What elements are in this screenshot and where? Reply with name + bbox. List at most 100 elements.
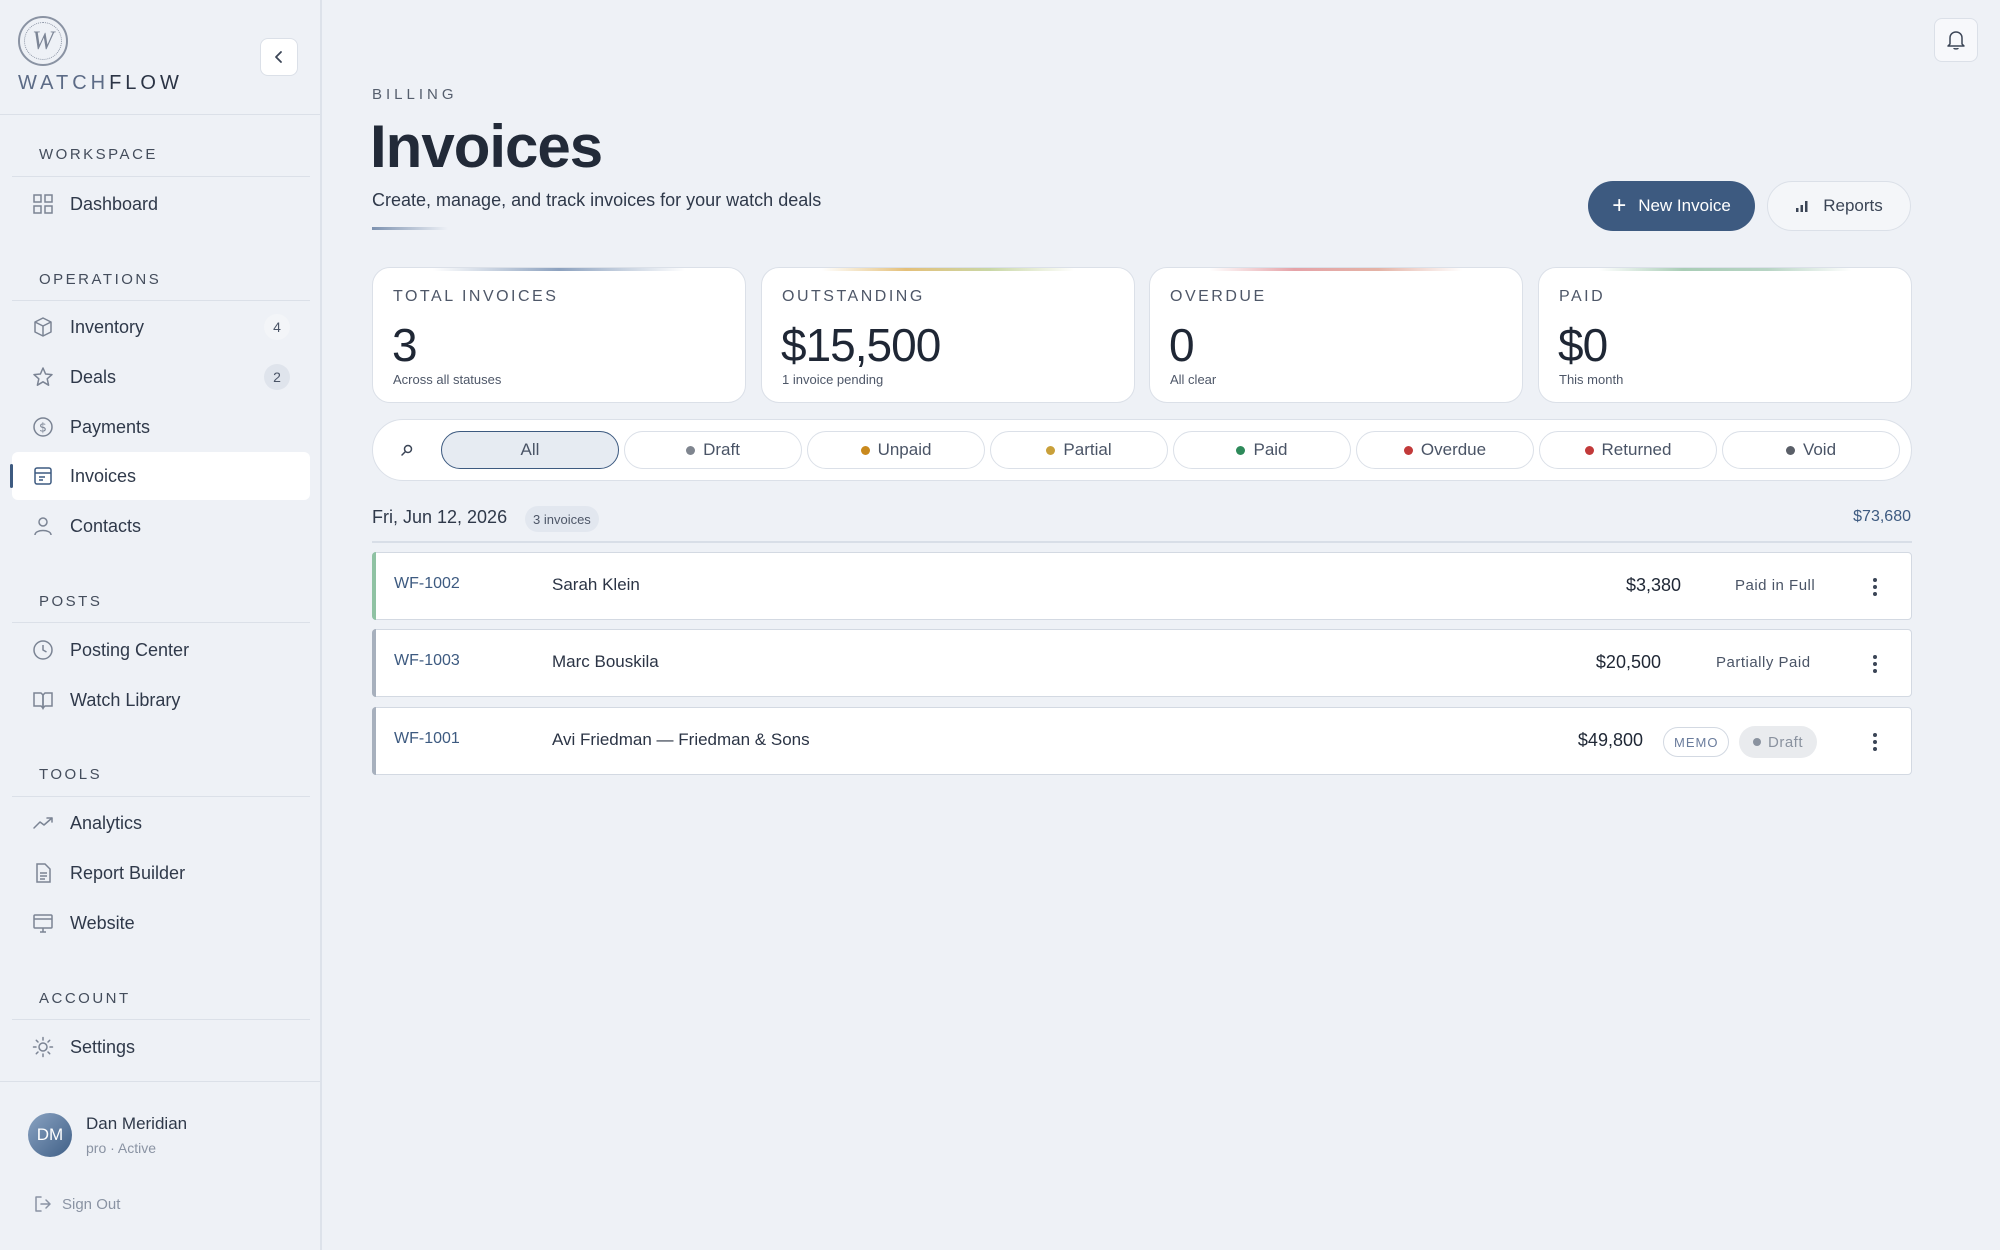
status-dot [1403, 445, 1413, 455]
stat-card-paid: PAID $0 This month [1538, 267, 1912, 403]
invoice-row[interactable]: WF-1002 Sarah Klein $3,380 Paid in Full [372, 552, 1912, 620]
status-dot [1584, 445, 1594, 455]
invoice-icon [32, 465, 54, 487]
invoice-row[interactable]: WF-1001 Avi Friedman — Friedman & Sons $… [372, 707, 1912, 775]
box-icon [32, 316, 54, 338]
user-profile[interactable]: DM Dan Meridian pro · Active [28, 1113, 187, 1157]
gear-icon [32, 1036, 54, 1058]
sidebar-item-invoices[interactable]: Invoices [10, 452, 310, 500]
plus-icon: + [1612, 192, 1627, 219]
card-accent [822, 268, 1074, 271]
filter-chip-overdue[interactable]: Overdue [1356, 431, 1534, 469]
status-edge [372, 552, 376, 620]
sidebar-item-label: Report Builder [70, 862, 186, 883]
memo-tag: MEMO [1663, 727, 1730, 757]
stat-card-overdue: OVERDUE 0 All clear [1149, 267, 1523, 403]
chip-label: Partial [1063, 440, 1112, 459]
chip-label: Paid [1253, 440, 1288, 459]
stat-label: OVERDUE [1170, 288, 1267, 305]
sidebar-item-label: Posting Center [70, 639, 190, 660]
sidebar-item-label: Watch Library [70, 689, 181, 710]
brand-logo: W [18, 16, 68, 66]
logout-icon [34, 1195, 52, 1213]
new-invoice-button[interactable]: + New Invoice [1588, 181, 1755, 231]
more-options-icon[interactable] [1863, 728, 1887, 756]
notifications-button[interactable] [1934, 18, 1978, 62]
stat-sub: Across all statuses [393, 372, 502, 387]
invoice-id-link[interactable]: WF-1001 [394, 730, 460, 748]
sidebar-item-label: Inventory [70, 316, 145, 337]
filter-chip-partial[interactable]: Partial [990, 431, 1168, 469]
filter-chip-draft[interactable]: Draft [624, 431, 802, 469]
divider [0, 114, 320, 115]
sidebar-item-label: Website [70, 912, 135, 933]
more-options-icon[interactable] [1863, 650, 1887, 678]
chip-label: Returned [1601, 440, 1672, 459]
invoice-client: Marc Bouskila [552, 652, 659, 671]
section-label-tools: TOOLS [39, 766, 103, 783]
invoice-id-link[interactable]: WF-1003 [394, 652, 460, 670]
divider [0, 1081, 320, 1082]
invoice-row[interactable]: WF-1003 Marc Bouskila $20,500 Partially … [372, 629, 1912, 697]
status-dot [860, 445, 870, 455]
svg-text:$: $ [39, 421, 47, 435]
stat-sub: All clear [1170, 372, 1217, 387]
sidebar-item-posting-center[interactable]: Posting Center [12, 626, 310, 674]
sidebar: W WATCHFLOW WORKSPACE Dashboard OPERATIO… [0, 0, 322, 1250]
chip-label: Void [1802, 440, 1837, 459]
sidebar-item-analytics[interactable]: Analytics [12, 799, 310, 847]
stat-card-total-invoices: TOTAL INVOICES 3 Across all statuses [372, 267, 746, 403]
star-icon [32, 366, 54, 388]
filter-chip-paid[interactable]: Paid [1173, 431, 1351, 469]
user-status: pro · Active [86, 1140, 157, 1156]
bell-icon [1947, 31, 1965, 50]
reports-button[interactable]: Reports [1767, 181, 1911, 231]
new-invoice-label: New Invoice [1638, 196, 1731, 215]
divider [12, 176, 310, 177]
sidebar-item-website[interactable]: Website [12, 899, 310, 947]
chip-label: Draft [703, 440, 740, 459]
sidebar-item-label: Dashboard [70, 193, 159, 214]
card-accent [1210, 268, 1462, 271]
grid-icon [32, 193, 54, 215]
brand-name: WATCHFLOW [18, 72, 183, 94]
document-icon [32, 862, 54, 884]
section-label-account: ACCOUNT [39, 990, 131, 1007]
sidebar-item-inventory[interactable]: Inventory 4 [12, 303, 310, 351]
sidebar-item-contacts[interactable]: Contacts [12, 502, 310, 550]
invoice-status: Paid in Full [1735, 577, 1816, 594]
status-dot [1046, 445, 1056, 455]
status-dot [1753, 738, 1761, 746]
invoice-id-link[interactable]: WF-1002 [394, 575, 460, 593]
filter-chip-void[interactable]: Void [1722, 431, 1900, 469]
section-label-operations: OPERATIONS [39, 271, 162, 288]
invoice-amount: $3,380 [1625, 575, 1681, 595]
stat-sub: 1 invoice pending [782, 372, 884, 387]
search-icon[interactable] [397, 438, 417, 462]
page-eyebrow: BILLING [372, 86, 458, 103]
brand[interactable]: W WATCHFLOW [18, 16, 183, 95]
title-underline [372, 227, 448, 230]
sidebar-item-watch-library[interactable]: Watch Library [12, 676, 310, 724]
sidebar-item-settings[interactable]: Settings [12, 1023, 310, 1071]
divider [12, 300, 310, 301]
more-options-icon[interactable] [1863, 573, 1887, 601]
filter-chip-unpaid[interactable]: Unpaid [807, 431, 985, 469]
sidebar-item-report-builder[interactable]: Report Builder [12, 849, 310, 897]
collapse-sidebar-button[interactable] [260, 38, 298, 76]
sidebar-item-dashboard[interactable]: Dashboard [12, 180, 310, 228]
deals-count-badge: 2 [264, 364, 290, 390]
invoice-status: Draft [1768, 733, 1804, 751]
sidebar-item-label: Payments [70, 416, 151, 437]
section-label-posts: POSTS [39, 593, 103, 610]
stat-card-outstanding: OUTSTANDING $15,500 1 invoice pending [761, 267, 1135, 403]
sidebar-item-payments[interactable]: $ Payments [12, 403, 310, 451]
filter-chip-all[interactable]: All [441, 431, 619, 469]
sign-out-button[interactable]: Sign Out [34, 1195, 120, 1213]
sidebar-item-deals[interactable]: Deals 2 [12, 353, 310, 401]
status-dot [1236, 445, 1246, 455]
card-accent [1599, 268, 1851, 271]
invoice-amount: $49,800 [1577, 730, 1643, 750]
filter-chip-returned[interactable]: Returned [1539, 431, 1717, 469]
divider [12, 796, 310, 797]
